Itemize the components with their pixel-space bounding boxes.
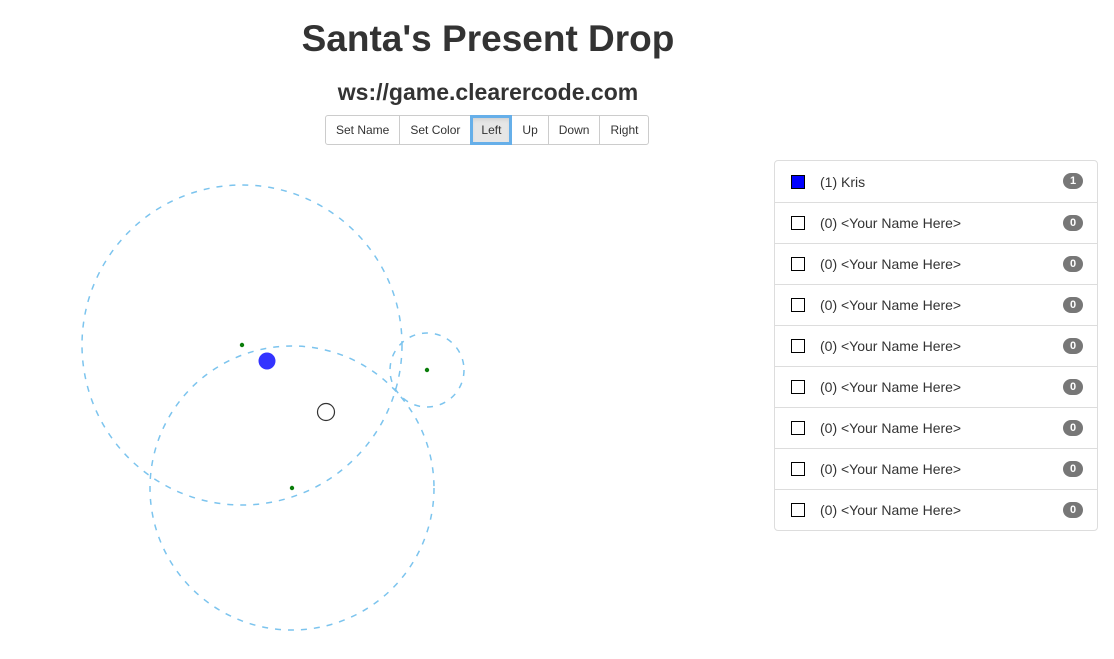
drop-zone-center [424, 367, 430, 373]
set-name-button[interactable]: Set Name [325, 115, 401, 145]
score-badge: 0 [1063, 256, 1083, 272]
right-button[interactable]: Right [599, 115, 650, 145]
score-badge: 0 [1063, 379, 1083, 395]
player-row[interactable]: (0) <Your Name Here> 0 [775, 407, 1097, 448]
score-badge: 0 [1063, 461, 1083, 477]
score-badge: 0 [1063, 338, 1083, 354]
player-name: (1) Kris [820, 173, 866, 190]
down-button[interactable]: Down [547, 115, 601, 145]
player-row[interactable]: (0) <Your Name Here> 0 [775, 243, 1097, 284]
drop-zone-center [239, 342, 245, 348]
score-badge: 0 [1063, 502, 1083, 518]
score-badge: 1 [1063, 173, 1083, 189]
score-badge: 0 [1063, 297, 1083, 313]
player-row[interactable]: (0) <Your Name Here> 0 [775, 325, 1097, 366]
left-button[interactable]: Left [470, 115, 513, 145]
server-url: ws://game.clearercode.com [337, 79, 639, 105]
player-color-swatch [791, 421, 805, 435]
player-list: (1) Kris 1 (0) <Your Name Here> 0 (0) <Y… [774, 160, 1098, 531]
player-color-swatch [791, 380, 805, 394]
player-row[interactable]: (0) <Your Name Here> 0 [775, 448, 1097, 489]
player-row[interactable]: (0) <Your Name Here> 0 [775, 489, 1097, 530]
player-name: (0) <Your Name Here> [820, 338, 962, 354]
game-canvas[interactable] [0, 150, 760, 659]
up-button[interactable]: Up [511, 115, 549, 145]
player-sleigh [258, 352, 276, 370]
player-color-swatch [791, 174, 805, 189]
player-name: (0) <Your Name Here> [820, 379, 962, 395]
player-row[interactable]: (0) <Your Name Here> 0 [775, 284, 1097, 325]
score-badge: 0 [1063, 215, 1083, 231]
control-toolbar: Set Name Set Color Left Up Down Right [325, 115, 650, 145]
player-name: (0) <Your Name Here> [820, 461, 962, 477]
player-color-swatch [791, 462, 805, 476]
player-row[interactable]: (1) Kris 1 [775, 161, 1097, 202]
player-color-swatch [791, 257, 805, 271]
player-color-swatch [791, 339, 805, 353]
player-name: (0) <Your Name Here> [820, 502, 962, 518]
player-name: (0) <Your Name Here> [820, 215, 962, 231]
drop-zone-center [289, 485, 295, 491]
player-name: (0) <Your Name Here> [820, 297, 962, 313]
player-color-swatch [791, 298, 805, 312]
set-color-button[interactable]: Set Color [399, 115, 472, 145]
page-title: Santa's Present Drop [301, 18, 675, 59]
present-marker [316, 402, 336, 422]
player-name: (0) <Your Name Here> [820, 256, 962, 272]
player-color-swatch [791, 216, 805, 230]
player-color-swatch [791, 503, 805, 517]
score-badge: 0 [1063, 420, 1083, 436]
player-row[interactable]: (0) <Your Name Here> 0 [775, 366, 1097, 407]
player-name: (0) <Your Name Here> [820, 420, 962, 436]
player-row[interactable]: (0) <Your Name Here> 0 [775, 202, 1097, 243]
